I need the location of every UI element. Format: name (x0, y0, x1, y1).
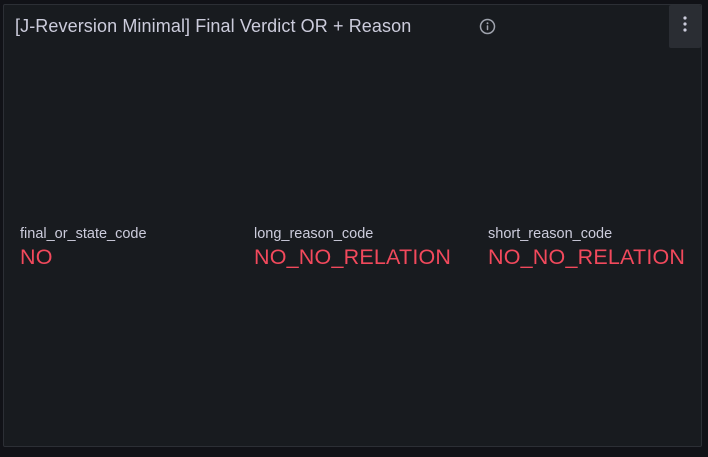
stat-name: long_reason_code (254, 226, 374, 242)
stat-value: NO (20, 245, 53, 269)
stat-item: final_or_state_code NO (20, 225, 254, 270)
stat-value: NO_NO_RELATION (254, 245, 452, 269)
stat-value: NO_NO_RELATION (488, 245, 686, 269)
stat-name: short_reason_code (488, 226, 613, 242)
panel-header: [J-Reversion Minimal] Final Verdict OR +… (4, 5, 701, 49)
stat-item: short_reason_code NO_NO_RELATION (488, 225, 708, 270)
stat-panel: [J-Reversion Minimal] Final Verdict OR +… (3, 4, 702, 447)
panel-menu-button[interactable] (669, 5, 701, 48)
panel-title: [J-Reversion Minimal] Final Verdict OR +… (15, 16, 412, 36)
stat-list: final_or_state_code NO long_reason_code … (20, 225, 701, 270)
stat-name: final_or_state_code (20, 226, 147, 242)
kebab-menu-icon (683, 16, 687, 37)
stat-item: long_reason_code NO_NO_RELATION (254, 225, 488, 270)
info-circle-icon[interactable] (479, 18, 496, 35)
